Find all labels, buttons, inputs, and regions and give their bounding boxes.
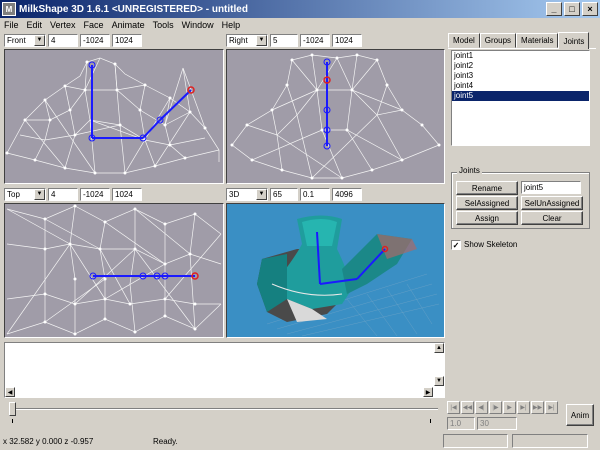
rename-button[interactable]: Rename	[456, 181, 518, 195]
chevron-down-icon: ▼	[256, 34, 267, 46]
title-bar: M MilkShape 3D 1.6.1 <UNREGISTERED> - un…	[0, 0, 600, 18]
menu-face[interactable]: Face	[80, 20, 108, 30]
anim-controls: |◀ ◀◀ ◀| |▶ ▶ ▶| ▶▶ ▶|	[447, 401, 558, 414]
menu-file[interactable]: File	[0, 20, 23, 30]
joint-list-item[interactable]: joint1	[452, 51, 589, 61]
right-view-select[interactable]: Right ▼	[226, 33, 268, 47]
close-button[interactable]: ×	[582, 2, 598, 16]
tab-groups[interactable]: Groups	[479, 33, 517, 48]
front-wireframe	[5, 57, 220, 175]
last-frame-button[interactable]: ▶|	[545, 401, 558, 414]
chevron-down-icon: ▼	[256, 188, 267, 200]
menu-animate[interactable]: Animate	[108, 20, 149, 30]
front-field-a[interactable]: 4	[48, 33, 78, 47]
top-wireframe	[6, 204, 222, 336]
tab-model[interactable]: Model	[448, 33, 480, 48]
timeline-tick	[430, 419, 431, 423]
sel-assigned-button[interactable]: SelAssigned	[456, 196, 518, 210]
right-field-a[interactable]: 5	[270, 33, 298, 47]
status-bar: x 32.582 y 0.000 z -0.957 Ready.	[0, 432, 600, 450]
anim-button[interactable]: Anim	[566, 404, 594, 426]
front-view-label: Front	[7, 35, 26, 45]
joint-list-item-selected[interactable]: joint5	[452, 91, 589, 101]
persp-viewport-header: 3D ▼ 65 0.1 4096	[226, 186, 362, 202]
minimize-button[interactable]: _	[546, 2, 562, 16]
log-scroll-left[interactable]: ◀	[5, 387, 15, 397]
persp-field-fov[interactable]: 65	[270, 187, 298, 201]
maximize-button[interactable]: □	[564, 2, 580, 16]
joint-list-item[interactable]: joint2	[452, 61, 589, 71]
menu-vertex[interactable]: Vertex	[46, 20, 80, 30]
log-scroll-right[interactable]: ▶	[423, 387, 433, 397]
menu-edit[interactable]: Edit	[23, 20, 47, 30]
sel-unassigned-button[interactable]: SelUnAssigned	[521, 196, 583, 210]
front-viewport-header: Front ▼ 4 -1024 1024	[4, 32, 142, 48]
top-view-label: Top	[7, 189, 20, 199]
right-field-b[interactable]: -1024	[300, 33, 330, 47]
status-message: Ready.	[153, 436, 178, 446]
clear-button[interactable]: Clear	[521, 211, 583, 225]
menu-help[interactable]: Help	[218, 20, 245, 30]
prev-frame-button[interactable]: ◀|	[475, 401, 488, 414]
front-viewport[interactable]	[4, 49, 224, 184]
right-viewport-header: Right ▼ 5 -1024 1024	[226, 32, 362, 48]
right-view-label: Right	[229, 35, 248, 45]
chevron-down-icon: ▼	[34, 188, 45, 200]
persp-field-far[interactable]: 4096	[332, 187, 362, 201]
log-scroll-up[interactable]: ▲	[434, 343, 444, 353]
persp-view-label: 3D	[229, 189, 240, 199]
first-frame-button[interactable]: |◀	[447, 401, 460, 414]
front-view-select[interactable]: Front ▼	[4, 33, 46, 47]
status-pane	[443, 434, 508, 448]
menu-window[interactable]: Window	[178, 20, 218, 30]
joint-list-item[interactable]: joint4	[452, 81, 589, 91]
window-title: MilkShape 3D 1.6.1 <UNREGISTERED> - unti…	[19, 3, 248, 15]
front-field-b[interactable]: -1024	[80, 33, 110, 47]
menu-tools[interactable]: Tools	[149, 20, 178, 30]
menu-bar: File Edit Vertex Face Animate Tools Wind…	[0, 18, 600, 31]
panel-tabs: Model Groups Materials Joints	[448, 32, 590, 49]
timeline-slider-thumb[interactable]	[9, 402, 16, 416]
joint-list-item[interactable]: joint3	[452, 71, 589, 81]
end-frame-field[interactable]: 30	[477, 417, 517, 430]
top-viewport[interactable]	[4, 203, 224, 338]
persp-render	[257, 215, 440, 337]
top-field-b[interactable]: -1024	[80, 187, 110, 201]
assign-button[interactable]: Assign	[456, 211, 518, 225]
persp-viewport[interactable]	[226, 203, 445, 338]
top-viewport-header: Top ▼ 4 -1024 1024	[4, 186, 142, 202]
top-field-a[interactable]: 4	[48, 187, 78, 201]
start-frame-field[interactable]: 1.0	[447, 417, 475, 430]
top-field-c[interactable]: 1024	[112, 187, 142, 201]
tab-joints[interactable]: Joints	[558, 32, 590, 49]
timeline-track[interactable]	[10, 408, 438, 410]
joints-group-label: Joints	[457, 166, 482, 175]
show-skeleton-label: Show Skeleton	[464, 240, 518, 249]
rewind-button[interactable]: ◀◀	[461, 401, 474, 414]
tab-materials[interactable]: Materials	[516, 33, 559, 48]
joint-name-input[interactable]: joint5	[521, 181, 581, 194]
right-viewport[interactable]	[226, 49, 445, 184]
front-field-c[interactable]: 1024	[112, 33, 142, 47]
chevron-down-icon: ▼	[34, 34, 45, 46]
persp-field-near[interactable]: 0.1	[300, 187, 330, 201]
show-skeleton-checkbox[interactable]: ✓	[451, 240, 461, 250]
message-log[interactable]	[4, 342, 445, 398]
top-view-select[interactable]: Top ▼	[4, 187, 46, 201]
status-coords: x 32.582 y 0.000 z -0.957	[3, 436, 94, 446]
app-icon[interactable]: M	[2, 2, 16, 16]
right-wireframe	[230, 53, 441, 180]
right-field-c[interactable]: 1024	[332, 33, 362, 47]
log-scroll-down[interactable]: ▼	[434, 376, 444, 386]
joints-list[interactable]: joint1 joint2 joint3 joint4 joint5	[451, 50, 590, 146]
play-button[interactable]: ▶	[503, 401, 516, 414]
step-back-button[interactable]: |▶	[489, 401, 502, 414]
next-frame-button[interactable]: ▶|	[517, 401, 530, 414]
timeline-tick	[12, 419, 13, 423]
fast-forward-button[interactable]: ▶▶	[531, 401, 544, 414]
persp-view-select[interactable]: 3D ▼	[226, 187, 268, 201]
status-pane	[512, 434, 588, 448]
